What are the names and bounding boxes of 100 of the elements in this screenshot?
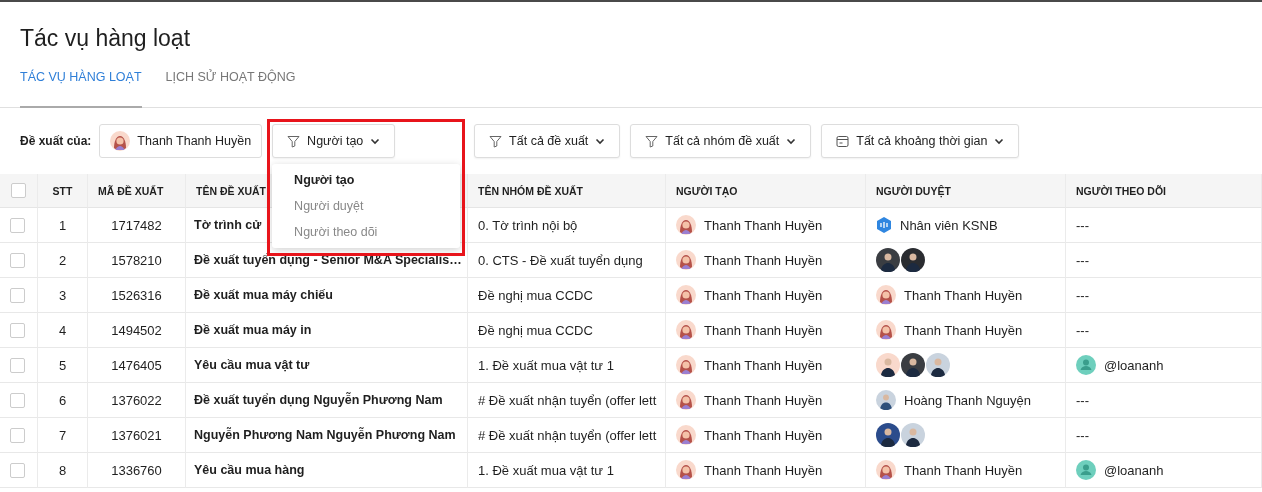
avatar-icon — [676, 285, 696, 305]
table-cell: 1376022 — [111, 392, 162, 408]
table-cell: 1 — [58, 217, 67, 233]
approver-name: Hoàng Thanh Nguyện — [904, 392, 1031, 408]
proposal-title: Đề xuất tuyển dụng Nguyễn Phương Nam — [194, 393, 443, 407]
column-header: MÃ ĐỀ XUẤT — [88, 174, 186, 208]
table-cell: # Đề xuất nhận tuyển (offer lett — [478, 427, 657, 443]
checkbox[interactable] — [10, 322, 25, 338]
table-cell: 7 — [58, 427, 67, 443]
empty-value: --- — [1076, 322, 1089, 338]
checkbox[interactable] — [10, 462, 25, 478]
filter-icon — [645, 134, 659, 148]
creator-name: Thanh Thanh Huyền — [704, 252, 823, 268]
table-cell: 4 — [58, 322, 67, 338]
tab[interactable]: TÁC VỤ HÀNG LOẠT — [20, 64, 142, 108]
empty-value: --- — [1076, 392, 1089, 408]
column-header: NGƯỜI DUYỆT — [866, 174, 1066, 208]
table-cell: 1717482 — [111, 217, 162, 233]
filter-label: Đề xuất của: — [20, 134, 92, 148]
user-icon — [1076, 460, 1096, 480]
approver-name: Thanh Thanh Huyền — [904, 322, 1023, 338]
empty-value: --- — [1076, 427, 1089, 443]
table-cell: # Đề xuất nhận tuyển (offer lett — [478, 392, 657, 408]
avatar-icon — [110, 131, 131, 151]
checkbox[interactable] — [10, 252, 25, 268]
proposal-title: Tờ trình cử — [194, 218, 262, 232]
checkbox[interactable] — [10, 392, 25, 408]
creator-name: Thanh Thanh Huyền — [704, 287, 823, 303]
checkbox[interactable] — [10, 427, 25, 443]
avatar-icon — [676, 355, 696, 375]
avatar-icon — [676, 320, 696, 340]
avatar-icon — [676, 460, 696, 480]
table-cell: 1578210 — [111, 252, 162, 268]
table-cell: 1376021 — [111, 427, 162, 443]
caret-icon — [370, 137, 381, 145]
checkbox[interactable] — [10, 217, 25, 233]
proposal-title: Đề xuất mua máy chiếu — [194, 288, 333, 302]
creator-name: Thanh Thanh Huyền — [704, 462, 823, 478]
table-cell: 1336760 — [111, 462, 162, 478]
user-chip[interactable]: Thanh Thanh Huyền — [99, 124, 263, 158]
proposal-title: Yêu cầu mua vật tư — [194, 358, 310, 372]
avatar-icon — [676, 390, 696, 410]
user-icon — [1076, 355, 1096, 375]
table-cell: 1526316 — [111, 287, 162, 303]
filter-button[interactable]: Người tạo — [272, 124, 396, 158]
follower-name: @loananh — [1104, 357, 1164, 373]
filter-icon — [287, 134, 301, 148]
follower-name: @loananh — [1104, 462, 1164, 478]
table-cell: 3 — [58, 287, 67, 303]
table-cell: 1476405 — [111, 357, 162, 373]
approver-name: Nhân viên KSNB — [900, 217, 998, 233]
team-icon — [876, 216, 892, 234]
creator-name: Thanh Thanh Huyền — [704, 357, 823, 373]
avatar-icon — [676, 425, 696, 445]
filter-button[interactable]: Tất cả đề xuất — [474, 124, 621, 158]
empty-value: --- — [1076, 217, 1089, 233]
table-cell: 0. CTS - Đề xuất tuyển dụng — [478, 252, 643, 268]
empty-value: --- — [1076, 252, 1089, 268]
empty-value: --- — [1076, 287, 1089, 303]
approver-name: Thanh Thanh Huyền — [904, 287, 1023, 303]
table-cell: 0. Tờ trình nội bộ — [478, 217, 578, 233]
creator-name: Thanh Thanh Huyền — [704, 427, 823, 443]
avatar-icon — [876, 320, 896, 340]
caret-icon — [786, 137, 797, 145]
table-cell: 8 — [58, 462, 67, 478]
caret-icon — [994, 137, 1005, 145]
table-cell: 6 — [58, 392, 67, 408]
proposal-title: Nguyễn Phương Nam Nguyễn Phương Nam — [194, 428, 456, 442]
avatar-icon — [676, 215, 696, 235]
avatar-icon — [876, 460, 896, 480]
column-header: TÊN NHÓM ĐỀ XUẤT — [468, 174, 666, 208]
caret-icon — [595, 137, 606, 145]
proposal-title: Yêu cầu mua hàng — [194, 463, 305, 477]
table-cell: Đề nghị mua CCDC — [478, 287, 593, 303]
column-header: NGƯỜI THEO DÕI — [1066, 174, 1262, 208]
filter-button[interactable]: Tất cả khoảng thời gian — [821, 124, 1020, 158]
table-cell: 1. Đề xuất mua vật tư 1 — [478, 357, 614, 373]
column-header: STT — [38, 174, 88, 208]
calendar-icon — [836, 134, 850, 148]
tab[interactable]: LỊCH SỬ HOẠT ĐỘNG — [165, 64, 296, 108]
creator-name: Thanh Thanh Huyền — [704, 392, 823, 408]
column-header: NGƯỜI TẠO — [666, 174, 866, 208]
avatar-icon — [876, 285, 896, 305]
checkbox[interactable] — [10, 287, 25, 303]
proposal-title: Đề xuất mua máy in — [194, 323, 312, 337]
checkbox[interactable] — [11, 183, 26, 198]
dropdown-item[interactable]: Người theo dõi — [272, 219, 461, 245]
approver-name: Thanh Thanh Huyền — [904, 462, 1023, 478]
creator-name: Thanh Thanh Huyền — [704, 322, 823, 338]
avatar-icon — [876, 390, 896, 410]
checkbox[interactable] — [10, 357, 25, 373]
table-cell: Đề nghị mua CCDC — [478, 322, 593, 338]
page-title: Tác vụ hàng loạt — [20, 24, 192, 52]
creator-name: Thanh Thanh Huyền — [704, 217, 823, 233]
table-cell: 1. Đề xuất mua vật tư 1 — [478, 462, 614, 478]
table-cell: 2 — [58, 252, 67, 268]
filter-button[interactable]: Tất cả nhóm đề xuất — [630, 124, 812, 158]
filter-icon — [489, 134, 503, 148]
table-cell: 1494502 — [111, 322, 162, 338]
table-cell: 5 — [58, 357, 67, 373]
